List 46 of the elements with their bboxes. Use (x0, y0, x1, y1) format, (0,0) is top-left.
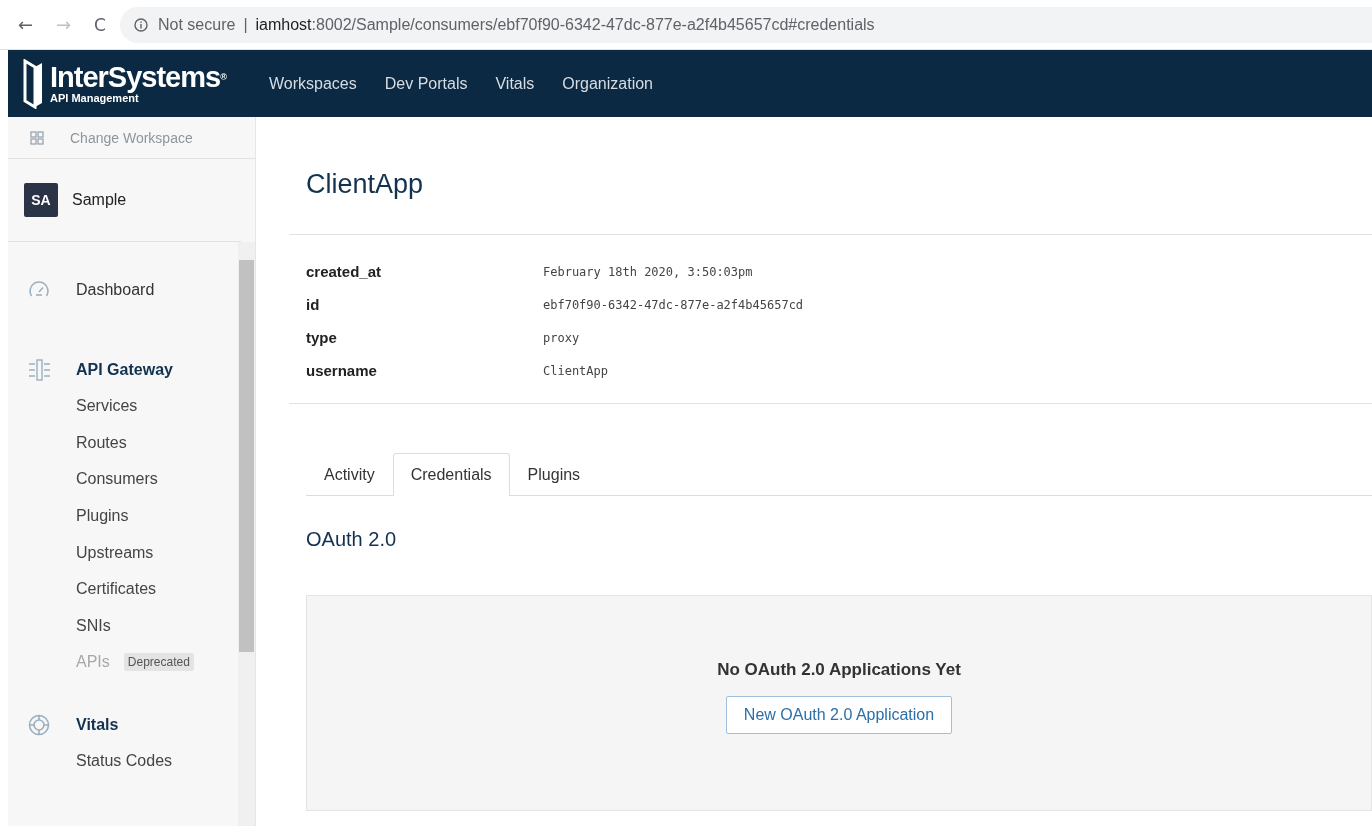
field-value: ebf70f90-6342-47dc-877e-a2f4b45657cd (543, 297, 804, 312)
menu-item[interactable]: Vitals (76, 715, 119, 734)
section-heading: OAuth 2.0 (306, 528, 398, 551)
nav-link[interactable]: Dev Portals (384, 74, 468, 93)
tab[interactable]: Activity (306, 453, 393, 495)
menu-item[interactable]: API Gateway (76, 361, 173, 379)
menu-item[interactable]: Services (76, 397, 138, 416)
workspace-avatar: SA (24, 183, 58, 217)
menu-item[interactable]: Consumers (76, 470, 158, 489)
empty-message: No OAuth 2.0 Applications Yet (717, 660, 961, 680)
page-title: ClientApp (289, 169, 1372, 235)
tab[interactable]: Credentials (392, 453, 510, 496)
security-label: Not secure (158, 15, 236, 34)
field-value: proxy (543, 330, 580, 345)
brand-subtitle: API Management (50, 92, 139, 105)
field-label: type (306, 329, 338, 346)
workspace-name: Sample (72, 191, 127, 209)
nav-link[interactable]: Organization (562, 74, 653, 93)
deprecated-tag: Deprecated (123, 653, 194, 672)
menu-item[interactable]: Routes (76, 433, 127, 452)
ring-icon (28, 713, 50, 736)
field-value: February 18th 2020, 3:50:03pm (543, 264, 753, 279)
nav-link[interactable]: Workspaces (269, 74, 357, 93)
menu-item[interactable]: Dashboard (76, 281, 155, 299)
url-text: iamhost:8002/Sample/consumers/ebf70f90-6342-47dc-877e-a2f4b45657cd#credentials (255, 15, 875, 34)
grid-icon (30, 130, 44, 145)
gateway-icon (28, 359, 50, 381)
field-label: created_at (306, 263, 383, 280)
menu-item[interactable]: SNIs (76, 616, 111, 635)
tab[interactable]: Plugins (509, 453, 599, 495)
menu-item[interactable]: Upstreams (76, 543, 154, 562)
scrollbar[interactable] (238, 242, 255, 826)
menu-item[interactable]: Plugins (76, 507, 129, 526)
nav-link[interactable]: Vitals (495, 74, 535, 93)
menu-item[interactable]: Certificates (76, 580, 157, 599)
field-label: username (306, 362, 378, 379)
new-application-button[interactable]: New OAuth 2.0 Application (725, 696, 953, 734)
back-button[interactable]: ← (18, 14, 56, 35)
separator-mark: | (243, 15, 248, 34)
address-bar[interactable]: Not secure | iamhost:8002/Sample/consumers/ebf70f90-6342-47dc-877e-a2f4b45657cd#credentials (120, 6, 1372, 43)
logo-icon (22, 58, 44, 109)
reload-button[interactable]: C (94, 14, 120, 35)
field-label: id (306, 296, 321, 313)
field-value: ClientApp (543, 363, 609, 378)
menu-item[interactable]: Status Codes (76, 752, 173, 771)
info-icon (134, 17, 148, 32)
